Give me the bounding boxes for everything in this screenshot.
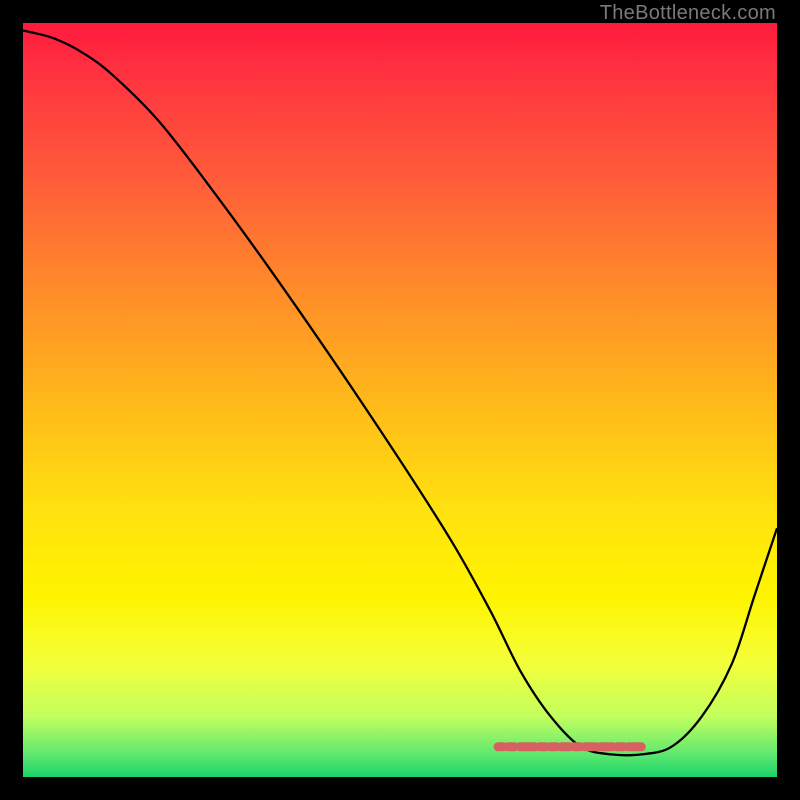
plot-svg xyxy=(23,23,777,777)
plot-area xyxy=(23,23,777,777)
chart-stage: TheBottleneck.com xyxy=(0,0,800,800)
bottleneck-curve xyxy=(23,31,777,756)
attribution-text: TheBottleneck.com xyxy=(600,2,776,25)
